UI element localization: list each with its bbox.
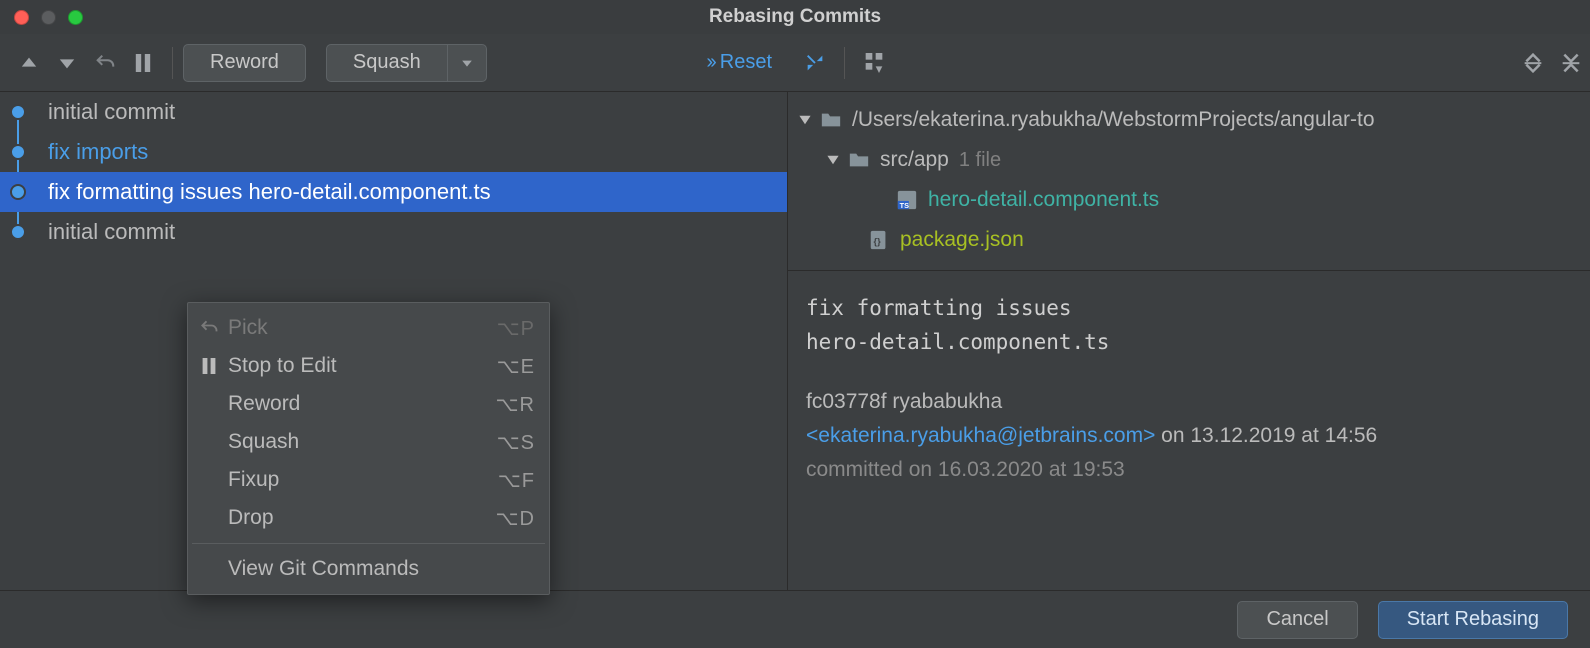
menu-item-shortcut: ⌥S: [497, 430, 535, 455]
tree-file-row[interactable]: {} package.json: [796, 220, 1580, 260]
commit-details: fix formatting issues hero-detail.compon…: [788, 271, 1590, 507]
pause-icon[interactable]: [124, 44, 162, 82]
squash-button[interactable]: Squash: [326, 44, 447, 82]
file-tree: /Users/ekaterina.ryabukha/WebstormProjec…: [788, 92, 1590, 271]
menu-item-label: Reword: [228, 392, 300, 416]
separator: [172, 47, 173, 79]
undo-icon[interactable]: [86, 44, 124, 82]
tree-folder-row[interactable]: src/app 1 file: [796, 140, 1580, 180]
reword-button[interactable]: Reword: [183, 44, 306, 82]
menu-item-fixup[interactable]: Fixup ⌥F: [188, 461, 549, 499]
tree-file-row[interactable]: TS hero-detail.component.ts: [796, 180, 1580, 220]
reset-label: Reset: [720, 51, 772, 74]
ts-file-icon: TS: [896, 189, 918, 211]
pause-icon: [198, 358, 220, 374]
commit-author-line: fc03778f ryababukha: [806, 385, 1572, 419]
menu-item-label: Stop to Edit: [228, 354, 337, 378]
commit-author-email-line: <ekaterina.ryabukha@jetbrains.com> on 13…: [806, 419, 1572, 453]
commit-committed-line: committed on 16.03.2020 at 19:53: [806, 453, 1572, 487]
commit-list: initial commit fix imports fix formattin…: [0, 92, 787, 252]
commit-authored-date: on 13.12.2019 at 14:56: [1155, 424, 1377, 447]
reset-arrows-icon: ››: [706, 51, 713, 74]
left-toolbar: Reword Squash ›› Reset: [0, 34, 788, 91]
commit-full-message-line: hero-detail.component.ts: [806, 325, 1572, 359]
move-up-icon[interactable]: [10, 44, 48, 82]
details-pane: /Users/ekaterina.ryabukha/WebstormProjec…: [788, 92, 1590, 590]
expand-all-icon[interactable]: [1514, 44, 1552, 82]
tree-file-count: 1 file: [959, 149, 1001, 172]
menu-item-squash[interactable]: Squash ⌥S: [188, 423, 549, 461]
folder-icon: [820, 109, 842, 131]
commit-list-pane: initial commit fix imports fix formattin…: [0, 92, 788, 590]
commit-author-email[interactable]: <ekaterina.ryabukha@jetbrains.com>: [806, 424, 1155, 447]
reset-link[interactable]: ›› Reset: [706, 51, 772, 74]
commit-row[interactable]: fix imports: [0, 132, 787, 172]
commit-row[interactable]: initial commit: [0, 212, 787, 252]
tree-path-label: /Users/ekaterina.ryabukha/WebstormProjec…: [852, 108, 1375, 132]
menu-separator: [192, 543, 545, 544]
dialog-footer: Cancel Start Rebasing: [0, 590, 1590, 648]
commit-row[interactable]: initial commit: [0, 92, 787, 132]
commit-message: fix imports: [48, 139, 148, 165]
separator: [844, 47, 845, 79]
squash-split-button[interactable]: Squash: [326, 44, 487, 82]
cancel-button[interactable]: Cancel: [1237, 601, 1357, 639]
menu-item-shortcut: ⌥P: [497, 316, 535, 341]
menu-item-shortcut: ⌥E: [497, 354, 535, 379]
menu-item-shortcut: ⌥R: [496, 392, 536, 417]
tree-folder-label: src/app: [880, 148, 949, 172]
commit-author-name: ryababukha: [892, 390, 1002, 413]
menu-item-label: Fixup: [228, 468, 279, 492]
json-file-icon: {}: [868, 229, 890, 251]
commit-row-selected[interactable]: fix formatting issues hero-detail.compon…: [0, 172, 787, 212]
start-rebasing-button[interactable]: Start Rebasing: [1378, 601, 1568, 639]
menu-item-shortcut: ⌥F: [498, 468, 535, 493]
commit-node-icon: [10, 184, 26, 200]
commit-full-message-line: fix formatting issues: [806, 291, 1572, 325]
squash-dropdown-icon[interactable]: [447, 44, 487, 82]
move-down-icon[interactable]: [48, 44, 86, 82]
svg-text:{}: {}: [874, 237, 882, 247]
folder-icon: [848, 149, 870, 171]
commit-message: initial commit: [48, 219, 175, 245]
collapse-merge-icon[interactable]: [796, 44, 834, 82]
menu-item-shortcut: ⌥D: [496, 506, 536, 531]
undo-icon: [198, 318, 220, 338]
menu-item-view-git-commands[interactable]: View Git Commands: [188, 550, 549, 588]
tree-root-row[interactable]: /Users/ekaterina.ryabukha/WebstormProjec…: [796, 100, 1580, 140]
menu-item-label: Drop: [228, 506, 274, 530]
menu-item-pick[interactable]: Pick ⌥P: [188, 309, 549, 347]
grid-view-icon[interactable]: [855, 44, 893, 82]
right-toolbar: [788, 34, 1590, 91]
menu-item-label: View Git Commands: [228, 557, 419, 581]
menu-item-reword[interactable]: Reword ⌥R: [188, 385, 549, 423]
commit-node-icon: [10, 144, 26, 160]
menu-item-drop[interactable]: Drop ⌥D: [188, 499, 549, 537]
commit-hash: fc03778f: [806, 390, 887, 413]
rebase-dialog: Rebasing Commits Reword Squash: [0, 0, 1590, 648]
commit-node-icon: [10, 104, 26, 120]
tree-file-label: package.json: [900, 228, 1024, 252]
commit-message: fix formatting issues hero-detail.compon…: [48, 179, 491, 205]
toolbar: Reword Squash ›› Reset: [0, 34, 1590, 92]
commit-message: initial commit: [48, 99, 175, 125]
collapse-all-icon[interactable]: [1552, 44, 1590, 82]
context-menu: Pick ⌥P Stop to Edit ⌥E Reword ⌥R Squash: [187, 302, 550, 595]
tree-file-label: hero-detail.component.ts: [928, 188, 1159, 212]
content-area: initial commit fix imports fix formattin…: [0, 92, 1590, 590]
menu-item-stop-to-edit[interactable]: Stop to Edit ⌥E: [188, 347, 549, 385]
menu-item-label: Squash: [228, 430, 299, 454]
titlebar: Rebasing Commits: [0, 0, 1590, 34]
menu-item-label: Pick: [228, 316, 268, 340]
window-title: Rebasing Commits: [0, 6, 1590, 28]
svg-text:TS: TS: [900, 201, 909, 210]
chevron-down-icon[interactable]: [796, 111, 814, 129]
commit-node-icon: [10, 224, 26, 240]
chevron-down-icon[interactable]: [824, 151, 842, 169]
